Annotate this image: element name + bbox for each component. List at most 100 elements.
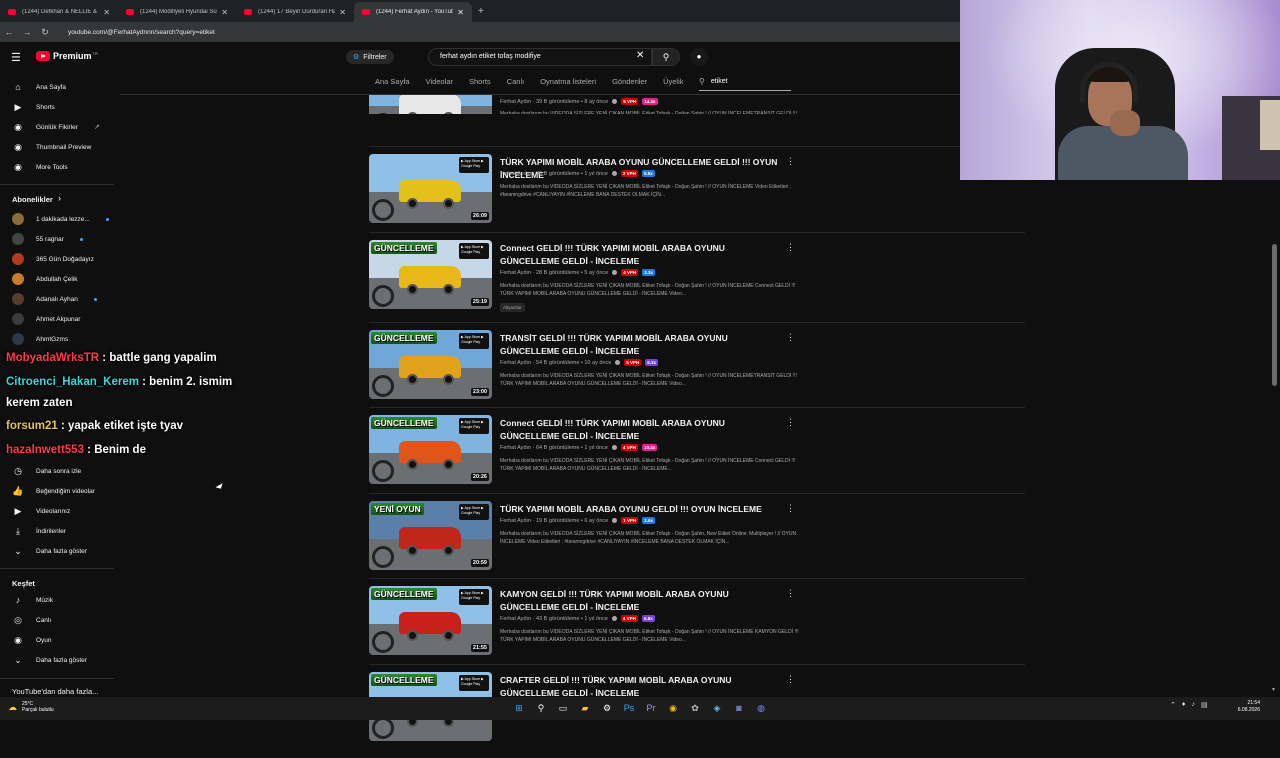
video-title[interactable]: TÜRK YAPIMI MOBİL ARABA OYUNU GÜNCELLEME… [500,156,780,182]
sidebar-item[interactable]: ◎ Canlı [12,615,51,626]
video-duration: 21:55 [470,644,489,652]
video-thumbnail[interactable]: ▶ App Store ▶ Google Play 26:09 [369,154,492,223]
sidebar-item[interactable]: ◉ Günlük Fikirler [12,122,78,133]
sidebar-item[interactable]: ◉ More Tools [12,162,68,173]
back-icon[interactable]: ← [0,27,18,37]
sidebar-item[interactable]: ◉ Oyun [12,635,51,646]
browser-tab[interactable]: (1244) Ferhat Aydın - YouTube ✕ [354,2,472,22]
sidebar-item[interactable]: ⌂ Ana Sayfa [12,82,66,92]
task-view-icon[interactable]: ▭ [556,701,570,715]
chevron-up-icon[interactable]: ⌃ [1170,701,1176,709]
sidebar-item[interactable]: ◉ Thumbnail Preview [12,142,91,153]
close-icon[interactable]: ✕ [103,8,110,17]
tab-1[interactable]: Videolar [426,77,453,86]
tab-2[interactable]: Shorts [469,77,491,86]
youtube-logo[interactable]: Premium TR [36,51,98,61]
sidebar-item[interactable]: ◷ Daha sonra izle [12,466,81,477]
menu-icon[interactable]: ☰ [11,51,21,64]
sidebar-item[interactable]: ▶ Videolarınız [12,506,71,517]
sidebar-item[interactable]: ⤓ İndirilenler [12,526,66,537]
tab-6[interactable]: Üyelik [663,77,683,86]
forward-icon[interactable]: → [18,27,36,37]
obs-icon[interactable]: ◍ [754,701,768,715]
video-title[interactable]: Connect GELDİ !!! TÜRK YAPIMI MOBİL ARAB… [500,242,780,268]
sidebar-item[interactable]: ⌄ Daha fazla göster [12,655,87,666]
start-icon[interactable]: ⊞ [512,701,526,715]
chevron-right-icon[interactable]: › [58,193,61,203]
close-icon[interactable]: ✕ [636,50,644,61]
sidebar-item-subscription[interactable]: 365 Gün Doğadayız [12,253,94,265]
more-options-icon[interactable]: ⋮ [786,503,795,514]
sidebar-item-subscription[interactable]: Adanalı Ayhan [12,293,97,305]
video-title[interactable]: TÜRK YAPIMI MOBİL ARABA OYUNU GELDİ !!! … [500,503,780,516]
sidebar-item-subscription[interactable]: Ahmet Akpunar [12,313,80,325]
video-item[interactable]: GÜNCELLEME ▶ App Store ▶ Google Play 23:00… [369,330,1025,416]
more-options-icon[interactable]: ⋮ [786,588,795,599]
more-options-icon[interactable]: ⋮ [786,674,795,685]
more-options-icon[interactable]: ⋮ [786,242,795,253]
sidebar-item[interactable]: ▶ Shorts [12,102,55,113]
sidebar-item-subscription[interactable]: 55 ragnar [12,233,83,245]
video-item[interactable]: GÜNCELLEME ▶ App Store ▶ Google Play 20:26… [369,415,1025,501]
discord-icon[interactable]: ◙ [732,701,746,715]
sidebar-item[interactable]: 👍 Beğendiğim videolar [12,486,95,497]
video-thumbnail[interactable]: GÜNCELLEME ▶ App Store ▶ Google Play 25:19 [369,240,492,309]
scroll-down-icon[interactable]: ▼ [1271,687,1276,693]
tab-3[interactable]: Canlı [507,77,525,86]
mic-icon[interactable]: ♦ [1182,701,1186,709]
close-icon[interactable]: ✕ [339,8,346,17]
chrome-icon[interactable]: ◉ [666,701,680,715]
settings-icon[interactable]: ⚙ [600,701,614,715]
channel-search[interactable]: ⚲ etiket [699,77,791,91]
more-options-icon[interactable]: ⋮ [786,332,795,343]
photoshop-icon[interactable]: Ps [622,701,636,715]
external-link-icon[interactable]: ↗ [94,123,100,131]
folder-icon[interactable]: ▰ [578,701,592,715]
reload-icon[interactable]: ↻ [36,27,54,38]
close-icon[interactable]: ✕ [457,8,464,17]
video-meta-text: Ferhat Aydın · 54 B görüntüleme • 10 ay … [500,359,612,366]
search-input[interactable]: ferhat aydın etiket tofaş modifiye [428,48,652,66]
video-thumbnail[interactable]: GÜNCELLEME ▶ App Store ▶ Google Play 23:00 [369,330,492,399]
video-title[interactable]: KAMYON GELDİ !!! TÜRK YAPIMI MOBİL ARABA… [500,588,780,614]
sidebar-item[interactable]: ⌄ Daha fazla göster [12,546,87,557]
network-icon[interactable]: ▤ [1201,701,1208,709]
clock[interactable]: 21:54 6.08.2026 [1226,700,1260,714]
browser-tab[interactable]: (1244) Defkhan & NELLIE & Fr... ✕ [0,2,118,22]
sidebar-item-subscription[interactable]: AhmtGzms [12,333,68,345]
video-title[interactable]: Connect GELDİ !!! TÜRK YAPIMI MOBİL ARAB… [500,417,780,443]
channel-tabs: Ana Sayfa Videolar Shorts Canlı Oynatma list… [375,77,700,86]
video-item[interactable]: GÜNCELLEME ▶ App Store ▶ Google Play 25:19… [369,240,1025,326]
weather-widget[interactable]: ☁ 25°C Parçalı bulutlu [8,701,54,713]
video-item[interactable]: YENİ OYUN ▶ App Store ▶ Google Play 20:59 T… [369,501,1025,587]
video-thumbnail[interactable]: GÜNCELLEME ▶ App Store ▶ Google Play 21:55 [369,586,492,655]
new-tab-button[interactable]: + [478,6,484,17]
filters-button[interactable]: ⚙ Filtreler [346,50,394,64]
video-thumbnail[interactable]: GÜNCELLEME ▶ App Store ▶ Google Play 20:26 [369,415,492,484]
search-button[interactable]: ⚲ [652,48,680,66]
app-icon[interactable]: ✿ [688,701,702,715]
more-options-icon[interactable]: ⋮ [786,156,795,167]
premiere-icon[interactable]: Pr [644,701,658,715]
browser-tab[interactable]: (1244) Modifiyeli Hyundai Süre... ✕ [118,2,236,22]
url-field[interactable]: youtube.com/@FerhatAydnnn/search?query=e… [68,29,215,36]
search-icon[interactable]: ⚲ [534,701,548,715]
video-thumbnail[interactable]: YENİ OYUN ▶ App Store ▶ Google Play 20:59 [369,501,492,570]
browser-tab[interactable]: (1244) 17 Beyin Durduran Hayal...✕ [236,2,354,22]
subscriptions-title[interactable]: Abonelikler [12,195,53,204]
steam-icon[interactable]: ◈ [710,701,724,715]
more-options-icon[interactable]: ⋮ [786,417,795,428]
video-title[interactable]: TRANSİT GELDİ !!! TÜRK YAPIMI MOBİL ARAB… [500,332,780,358]
video-item[interactable]: GÜNCELLEME ▶ App Store ▶ Google Play 21:55… [369,586,1025,672]
tab-4[interactable]: Oynatma listeleri [540,77,596,86]
sidebar-item[interactable]: ♪ Müzik [12,595,53,605]
video-item[interactable]: ▶ App Store ▶ Google Play 26:09 TÜRK YAPIM… [369,154,1025,240]
sidebar-item-subscription[interactable]: 1 dakikada lezze... [12,213,109,225]
tab-0[interactable]: Ana Sayfa [375,77,410,86]
close-icon[interactable]: ✕ [221,8,228,17]
sidebar-item-subscription[interactable]: Abdullah Çelik [12,273,78,285]
scrollbar-thumb[interactable] [1272,244,1277,386]
tab-5[interactable]: Gönderiler [612,77,647,86]
mic-icon[interactable]: ● [690,48,708,66]
volume-icon[interactable]: ♪ [1191,701,1195,709]
